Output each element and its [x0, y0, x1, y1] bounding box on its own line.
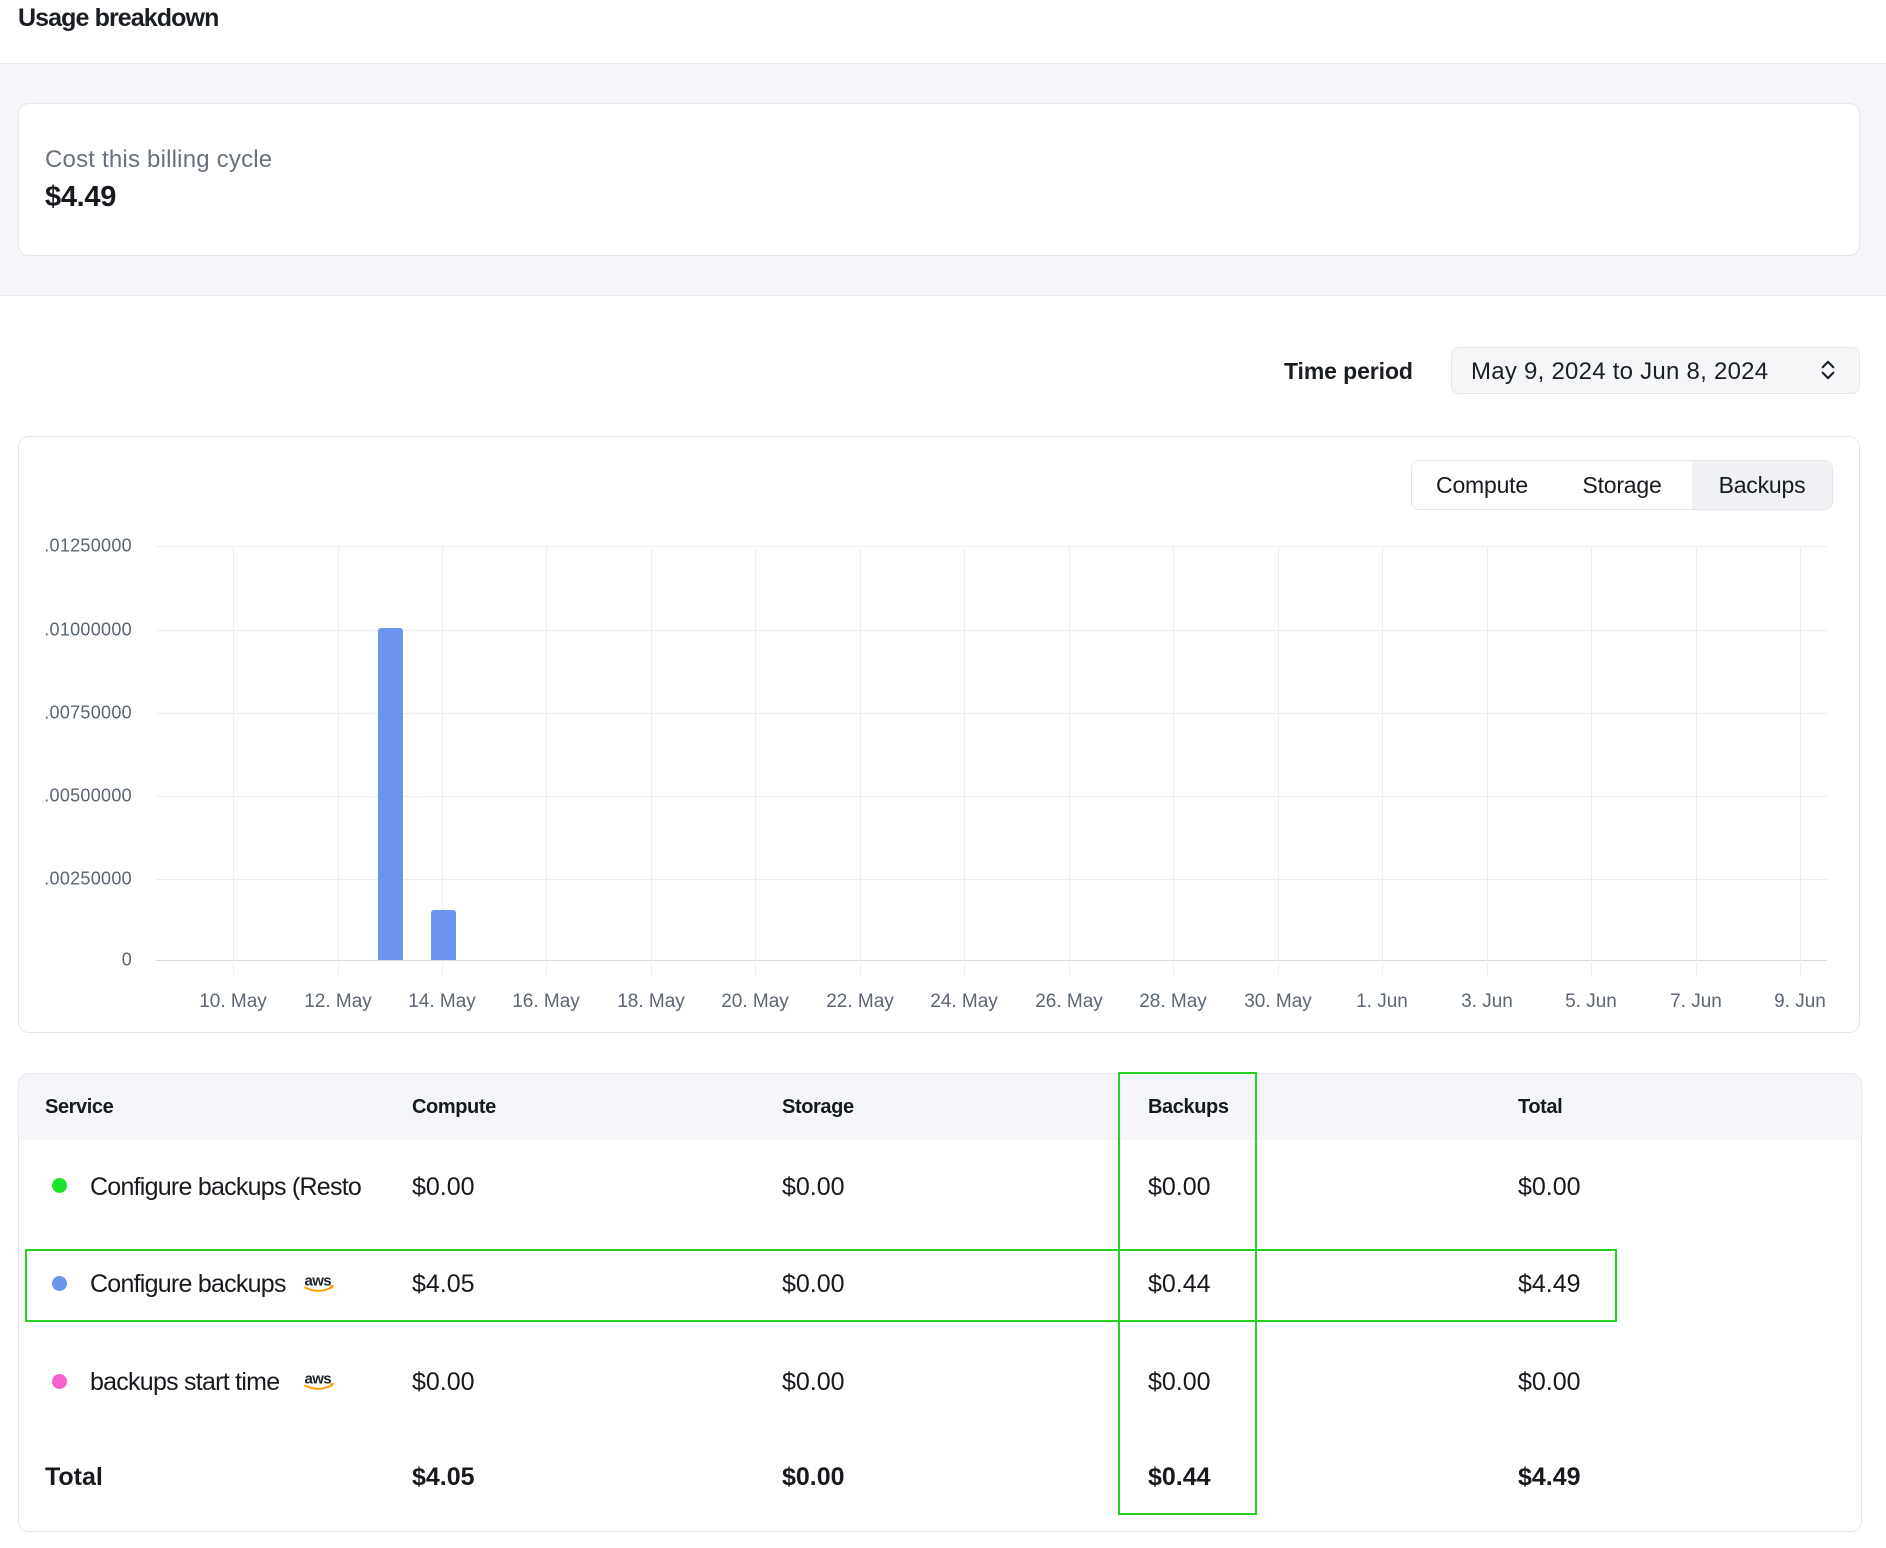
svg-text:aws: aws: [305, 1372, 332, 1388]
